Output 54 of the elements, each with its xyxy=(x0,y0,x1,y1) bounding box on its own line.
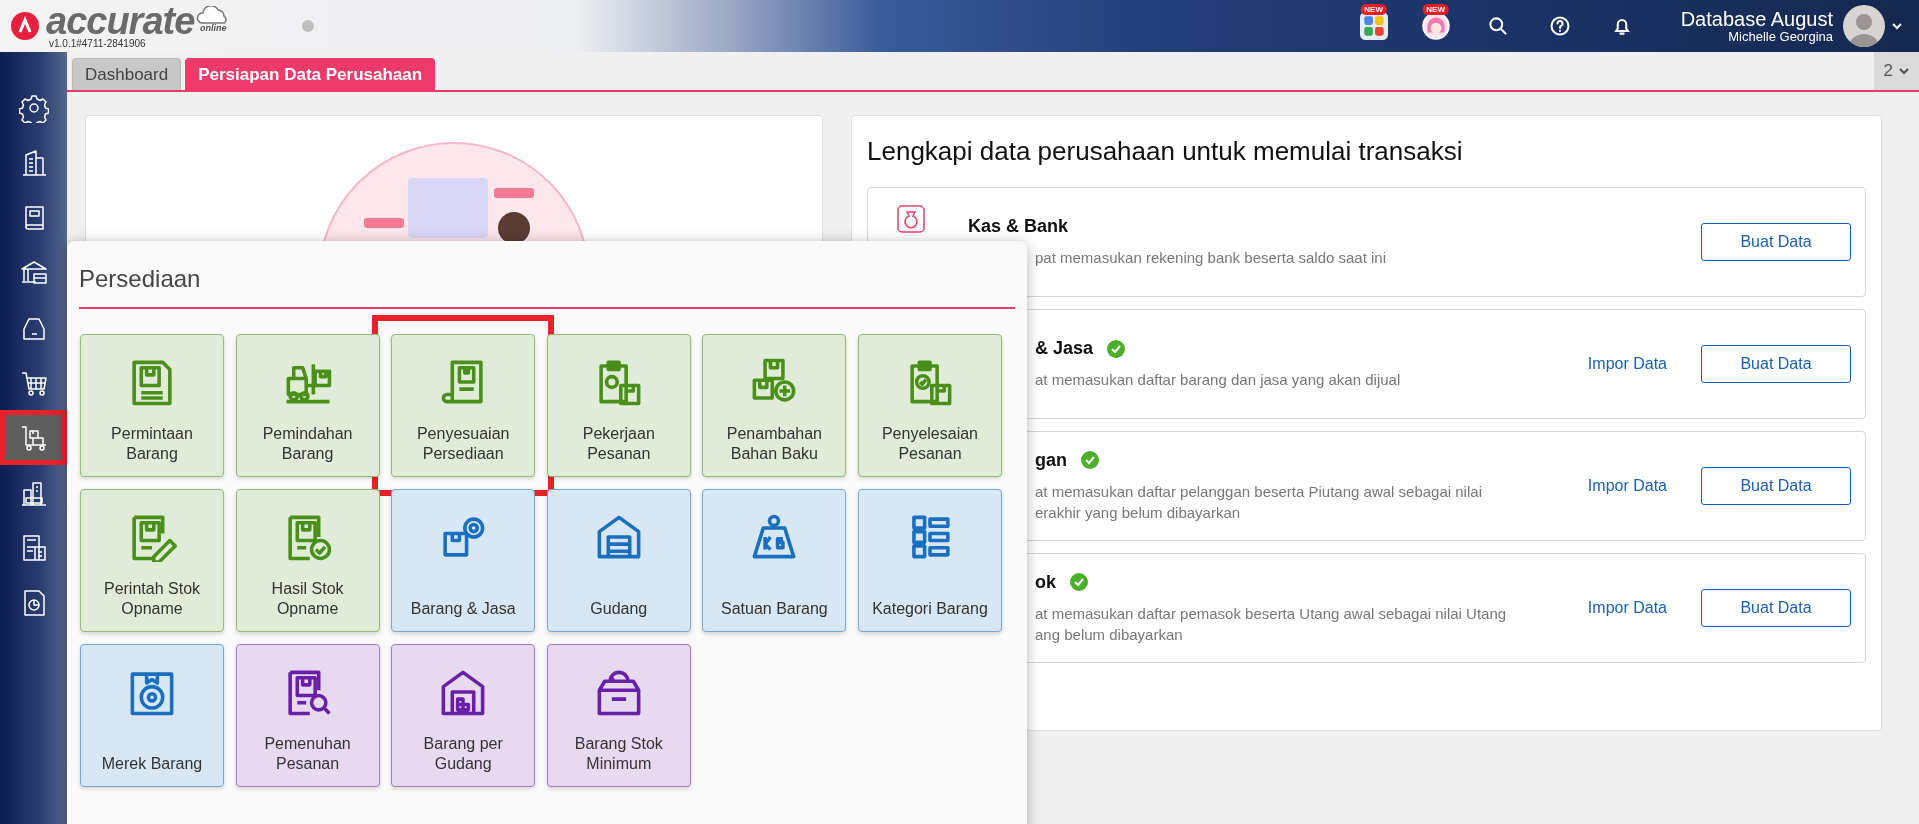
tab-count-dropdown[interactable]: 2 xyxy=(1873,52,1919,90)
import-link[interactable]: Impor Data xyxy=(1587,477,1667,495)
menu-tile[interactable]: Perintah Stok Opname xyxy=(80,489,224,632)
menu-tile[interactable]: Gudang xyxy=(546,489,691,632)
apps-grid-icon[interactable] xyxy=(1359,12,1388,40)
create-data-button[interactable]: Buat Data xyxy=(1701,589,1851,627)
setup-description: pat memasukan rekening bank beserta saldo saat ini xyxy=(1035,248,1388,268)
menu-tile[interactable]: Barang & Jasa xyxy=(391,489,536,632)
import-link[interactable]: Impor Data xyxy=(1587,355,1667,373)
setup-title: Kas & Bank xyxy=(968,216,1069,237)
money-bag-icon xyxy=(896,204,926,234)
setup-description: at memasukan daftar pemasok beserta Utang awal sebagai nilai Utang ang belum dibayarkan xyxy=(1035,603,1508,645)
menu-title: Persediaan xyxy=(79,241,1015,309)
menu-tile[interactable]: Merek Barang xyxy=(80,644,224,787)
menu-tile[interactable]: Permintaan Barang xyxy=(80,334,224,477)
setup-title: gan xyxy=(1035,449,1067,471)
import-link[interactable]: Impor Data xyxy=(1587,599,1667,617)
new-badge: NEW xyxy=(1422,4,1449,15)
setup-title: & Jasa xyxy=(1035,338,1094,359)
gear-icon xyxy=(18,92,49,123)
create-data-button[interactable]: Buat Data xyxy=(1701,345,1851,383)
chevron-down-icon xyxy=(1899,66,1909,76)
chevron-down-icon[interactable] xyxy=(1891,20,1903,32)
user-name: Michelle Georgina xyxy=(1728,30,1833,44)
menu-tile[interactable]: Pemenuhan Pesanan xyxy=(235,644,380,787)
menu-tile[interactable]: Satuan Barang xyxy=(702,489,847,632)
menu-tile[interactable]: Barang per Gudang xyxy=(391,644,536,787)
setup-heading: Lengkapi data perusahaan untuk memulai transaksi xyxy=(867,136,1464,167)
setup-description: at memasukan daftar pelanggan beserta Piutang awal sebagai nilai erakhir yang belum dibayarkan xyxy=(1035,481,1483,523)
create-data-button[interactable]: Buat Data xyxy=(1701,223,1851,261)
new-badge: NEW xyxy=(1360,4,1387,15)
menu-tile[interactable]: Pemindahan Barang xyxy=(235,334,380,477)
tab[interactable]: Dashboard xyxy=(72,58,182,90)
menu-tile[interactable]: Penambahan Bahan Baku xyxy=(702,334,847,477)
tab[interactable]: Persiapan Data Perusahaan xyxy=(185,58,436,90)
database-name: Database August xyxy=(1680,8,1833,30)
logo-subtitle: online xyxy=(200,24,227,33)
create-data-button[interactable]: Buat Data xyxy=(1701,467,1851,505)
user-avatar[interactable] xyxy=(1843,5,1885,47)
version-label: v1.0.1#4711-2841906 xyxy=(49,37,147,49)
search-icon[interactable] xyxy=(1486,15,1509,37)
menu-tile[interactable]: Kategori Barang xyxy=(857,489,1002,632)
menu-tile[interactable]: Penyelesaian Pesanan xyxy=(857,334,1002,477)
logo-wordmark: accurate xyxy=(46,3,195,38)
menu-tile[interactable]: Pekerjaan Pesanan xyxy=(546,334,691,477)
setup-description: at memasukan daftar barang dan jasa yang akan dijual xyxy=(1035,370,1402,390)
status-dot xyxy=(302,20,315,32)
menu-tile[interactable]: Penyesuaian Persediaan xyxy=(391,334,536,477)
menu-tile[interactable]: Hasil Stok Opname xyxy=(235,489,380,632)
menu-tile[interactable]: Barang Stok Minimum xyxy=(546,644,691,787)
logo-icon xyxy=(10,11,40,41)
setup-title: ok xyxy=(1035,571,1056,593)
help-icon[interactable] xyxy=(1548,15,1571,37)
mascot-avatar-icon[interactable] xyxy=(1421,12,1450,40)
